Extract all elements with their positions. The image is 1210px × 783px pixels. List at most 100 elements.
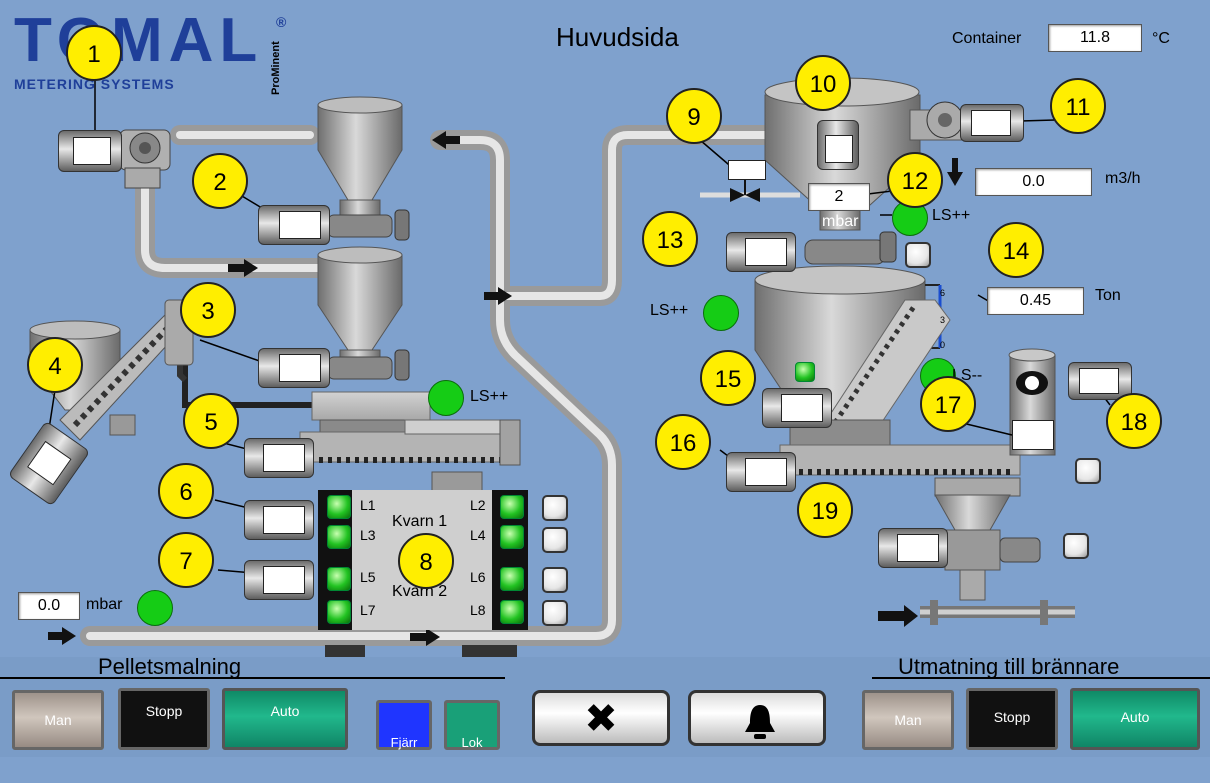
- callout-badge: 8: [398, 533, 454, 589]
- mill-light-label: L4: [470, 527, 486, 543]
- mill-light-label: L5: [360, 569, 376, 585]
- motor-1[interactable]: [58, 130, 122, 172]
- level-switch-label: LS++: [932, 207, 971, 224]
- settings-button[interactable]: ✖: [532, 690, 670, 746]
- mill-light-label: L7: [360, 602, 376, 618]
- container-label: Container: [952, 30, 1022, 47]
- status-light[interactable]: [1075, 458, 1101, 484]
- callout-badge: 2: [192, 153, 248, 209]
- callout-badge: 19: [797, 482, 853, 538]
- mill-light-l5: [327, 567, 351, 591]
- callout-badge: 6: [158, 463, 214, 519]
- mill-light-l4: [500, 525, 524, 549]
- section-title-left: Pelletsmalning: [98, 654, 242, 679]
- motor-6[interactable]: [244, 500, 314, 540]
- callout-badge: 12: [887, 152, 943, 208]
- flow-value: 0.0: [975, 168, 1092, 196]
- mill-reset-button-2[interactable]: [542, 527, 568, 553]
- prominent-logo: ProMinent: [270, 41, 282, 95]
- mill-light-label: L2: [470, 497, 486, 513]
- right-auto-button[interactable]: Auto: [1070, 688, 1200, 750]
- right-stop-button[interactable]: Stopp: [966, 688, 1058, 750]
- mill-light-l7: [327, 600, 351, 624]
- motor-7[interactable]: [244, 560, 314, 600]
- level-switch-label: LS++: [470, 388, 509, 405]
- motor-10[interactable]: [817, 120, 859, 170]
- status-light[interactable]: [905, 242, 931, 268]
- container-temperature-unit: °C: [1152, 30, 1170, 47]
- weight-scale-3: 3: [940, 315, 946, 325]
- level-switch-label: LS++: [650, 302, 689, 319]
- flow-unit: m3/h: [1105, 170, 1141, 187]
- status-light: [795, 362, 815, 382]
- damper-17[interactable]: [1012, 420, 1054, 450]
- callout-badge: 18: [1106, 393, 1162, 449]
- callout-badge: 16: [655, 414, 711, 470]
- level-switch-indicator: [703, 295, 739, 331]
- level-switch-indicator: [137, 590, 173, 626]
- motor-13[interactable]: [726, 232, 796, 272]
- weight-value: 0.45: [987, 287, 1084, 315]
- valve-actuator-9[interactable]: [728, 160, 766, 180]
- mill-light-l1: [327, 495, 351, 519]
- level-switch-indicator: [428, 380, 464, 416]
- mill-light-l2: [500, 495, 524, 519]
- motor-19[interactable]: [878, 528, 948, 568]
- motor-15[interactable]: [762, 388, 832, 428]
- left-man-button[interactable]: Man: [12, 690, 104, 750]
- weight-unit: Ton: [1095, 287, 1121, 304]
- right-man-button[interactable]: Man: [862, 690, 954, 750]
- weight-scale-6: 6: [940, 288, 946, 298]
- mill-light-l3: [327, 525, 351, 549]
- footer-divider: [0, 677, 505, 679]
- callout-badge: 10: [795, 55, 851, 111]
- motor-16[interactable]: [726, 452, 796, 492]
- callout-badge: 1: [66, 25, 122, 81]
- motor-11[interactable]: [960, 104, 1024, 142]
- local-mode-button[interactable]: Lok: [444, 700, 500, 750]
- callout-badge: 15: [700, 350, 756, 406]
- logo-brand: TOMAL: [14, 6, 264, 75]
- mill-pressure-unit: mbar: [86, 596, 123, 613]
- mill-reset-button-3[interactable]: [542, 567, 568, 593]
- mill-light-l8: [500, 600, 524, 624]
- hmi-screen: TOMAL METERING SYSTEMS ProMinent ® Huvud…: [0, 0, 1210, 757]
- wrench-screwdriver-icon: ✖: [584, 697, 618, 741]
- callout-badge: 4: [27, 337, 83, 393]
- container-temperature-value: 11.8: [1048, 24, 1142, 52]
- weight-scale-0: 0: [940, 340, 946, 350]
- callout-badge: 14: [988, 222, 1044, 278]
- mill-light-label: L8: [470, 602, 486, 618]
- kvarn-1-label: Kvarn 1: [392, 513, 448, 530]
- silo-pressure-value: 2: [808, 183, 870, 211]
- page-title: Huvudsida: [556, 22, 679, 52]
- left-stop-button[interactable]: Stopp: [118, 688, 210, 750]
- tomal-logo: TOMAL: [14, 10, 263, 72]
- mill-light-l6: [500, 567, 524, 591]
- motor-2[interactable]: [258, 205, 330, 245]
- callout-badge: 13: [642, 211, 698, 267]
- section-title-right: Utmatning till brännare: [898, 654, 1120, 679]
- mill-reset-button-4[interactable]: [542, 600, 568, 626]
- motor-5[interactable]: [244, 438, 314, 478]
- mill-light-label: L1: [360, 497, 376, 513]
- alarm-button[interactable]: [688, 690, 826, 746]
- status-light[interactable]: [1063, 533, 1089, 559]
- motor-3[interactable]: [258, 348, 330, 388]
- mill-reset-button-1[interactable]: [542, 495, 568, 521]
- callout-badge: 17: [920, 376, 976, 432]
- callout-badge: 7: [158, 532, 214, 588]
- callout-badge: 9: [666, 88, 722, 144]
- mill-light-label: L6: [470, 569, 486, 585]
- bell-icon: [745, 705, 775, 739]
- callout-badge: 3: [180, 282, 236, 338]
- mill-pressure-value: 0.0: [18, 592, 80, 620]
- remote-mode-button[interactable]: Fjärr: [376, 700, 432, 750]
- left-auto-button[interactable]: Auto: [222, 688, 348, 750]
- mill-light-label: L3: [360, 527, 376, 543]
- registered-mark: ®: [276, 14, 287, 30]
- process-diagram: [29, 77, 1111, 665]
- callout-badge: 5: [183, 393, 239, 449]
- silo-pressure-unit: mbar: [822, 213, 859, 230]
- callout-badge: 11: [1050, 78, 1106, 134]
